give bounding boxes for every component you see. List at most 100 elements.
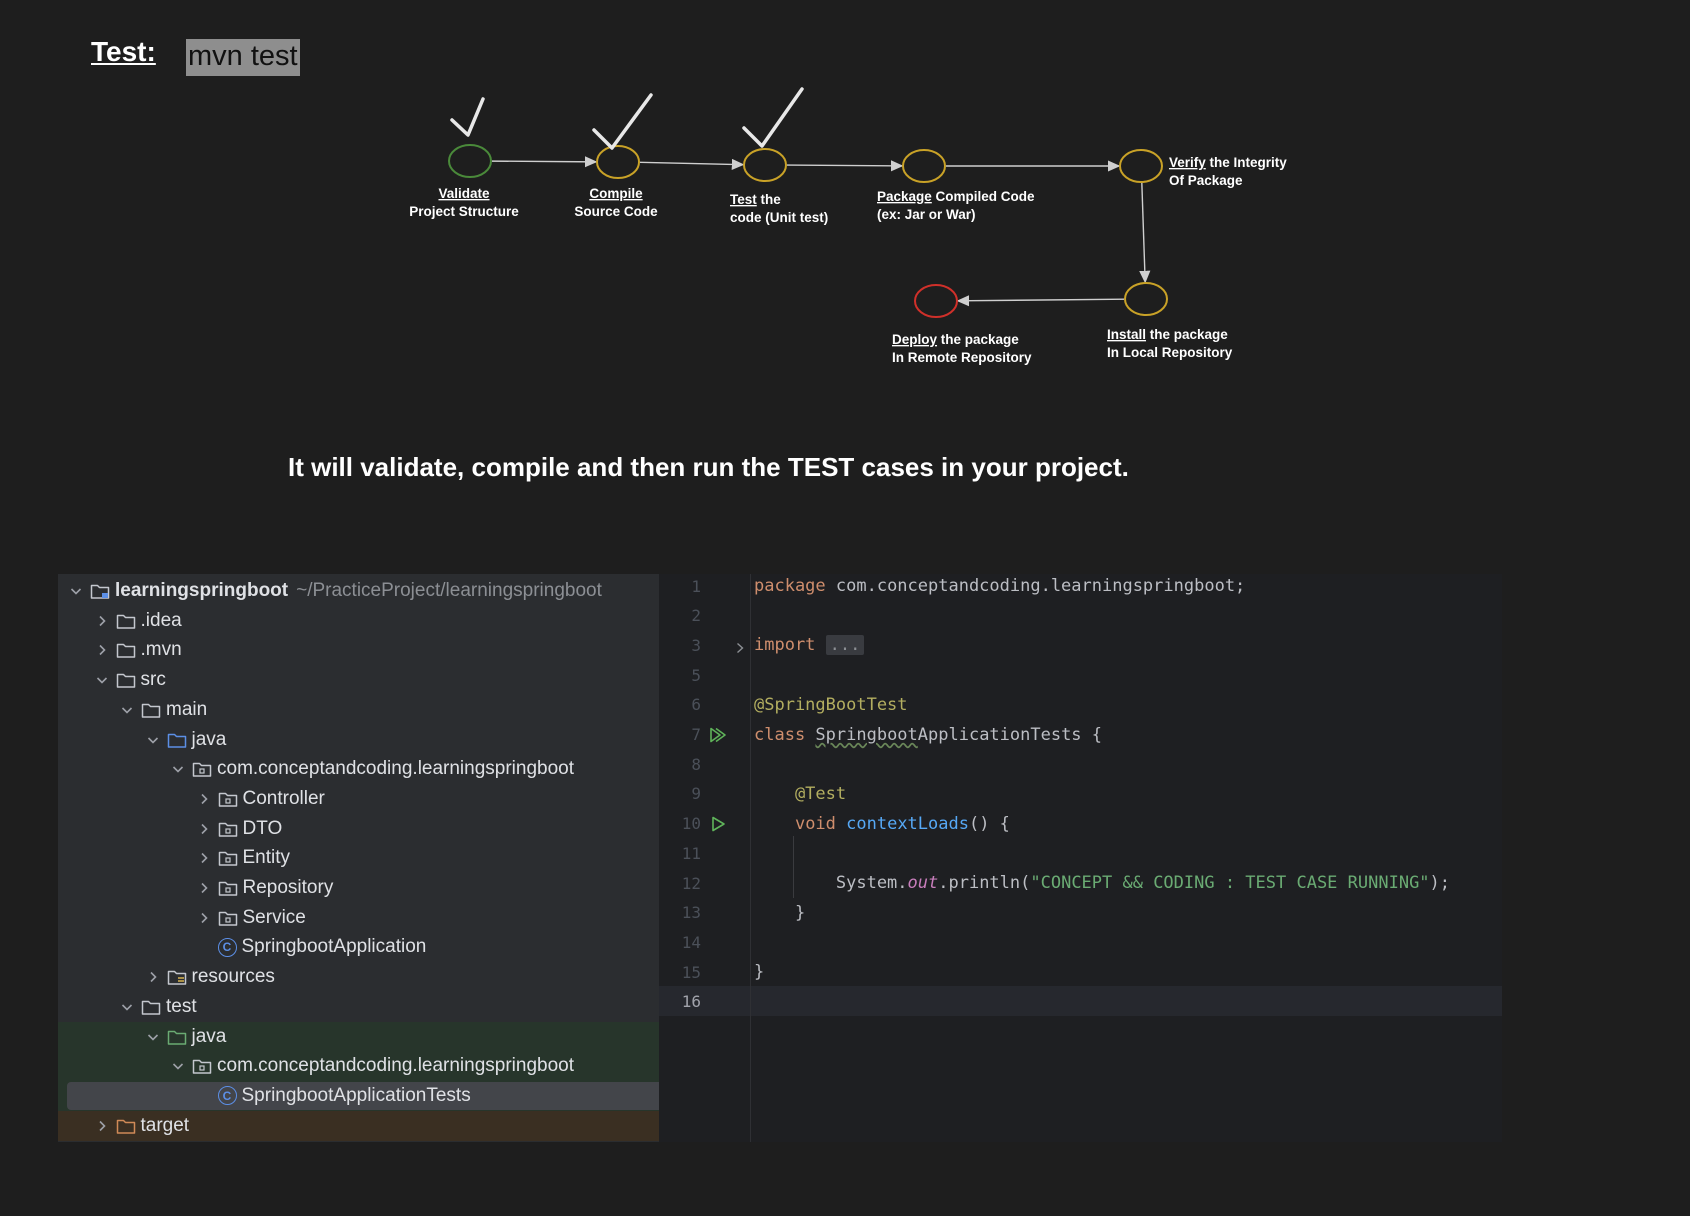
package-icon: [218, 790, 238, 808]
code-line[interactable]: 14: [659, 927, 1502, 957]
lifecycle-node-test: [743, 148, 787, 182]
tree-item-entity[interactable]: Entity: [58, 843, 659, 873]
excluded-folder-icon: [116, 1117, 136, 1135]
tree-item-target[interactable]: target: [58, 1110, 659, 1141]
line-number: 13: [681, 903, 701, 923]
code-line[interactable]: 1 package com.conceptandcoding.learningsp…: [659, 574, 1502, 601]
chevron-down-icon[interactable]: [94, 672, 110, 688]
code-text: }: [754, 962, 764, 982]
lifecycle-arrow-install-to-deploy: [956, 295, 1125, 307]
code-token: @Test: [754, 783, 847, 804]
chevron-right-icon[interactable]: [196, 880, 212, 896]
package-icon: [192, 1057, 212, 1075]
chevron-down-icon[interactable]: [170, 761, 186, 777]
code-line[interactable]: 2: [659, 601, 1502, 631]
chevron-right-icon[interactable]: [196, 910, 212, 926]
slide-caption: It will validate, compile and then run t…: [288, 452, 1129, 482]
fold-chevron-icon[interactable]: [735, 639, 745, 654]
package-icon: [218, 909, 238, 927]
lifecycle-arrow-test-to-package: [786, 160, 904, 172]
code-line[interactable]: 9 @Test: [659, 779, 1502, 809]
project-path: ~/PracticeProject/learningspringboot: [296, 580, 602, 601]
tree-item-main[interactable]: main: [58, 695, 659, 725]
code-editor[interactable]: 1 package com.conceptandcoding.learningsp…: [659, 574, 1502, 1142]
code-line[interactable]: 16: [659, 987, 1502, 1017]
tree-item-com-conceptandcoding-learningspringboot[interactable]: com.conceptandcoding.learningspringboot: [58, 754, 659, 784]
code-line[interactable]: 12 System.out.println("CONCEPT && CODING…: [659, 868, 1502, 898]
code-line[interactable]: 11: [659, 838, 1502, 868]
code-text: System.out.println("CONCEPT && CODING : …: [754, 873, 1450, 893]
tree-item-test[interactable]: test: [58, 992, 659, 1022]
code-line[interactable]: 5: [659, 660, 1502, 690]
tree-item-label: Service: [242, 906, 306, 928]
code-token: }: [754, 962, 765, 983]
lifecycle-arrow-verify-to-install: [1139, 182, 1151, 284]
line-number: 10: [681, 814, 701, 834]
chevron-down-icon[interactable]: [119, 999, 135, 1015]
chevron-right-icon[interactable]: [94, 642, 110, 658]
tree-item-service[interactable]: Service: [58, 903, 659, 933]
tree-item-resources[interactable]: resources: [58, 962, 659, 992]
code-line[interactable]: 6 @SpringBootTest: [659, 690, 1502, 720]
lifecycle-label-install: Install the package: [1107, 327, 1228, 342]
code-line[interactable]: 13 }: [659, 898, 1502, 928]
code-line[interactable]: 15}: [659, 957, 1502, 987]
tree-item-repository[interactable]: Repository: [58, 873, 659, 903]
tree-item-src[interactable]: src: [58, 665, 659, 695]
code-line[interactable]: 10 void contextLoads() {: [659, 809, 1502, 839]
code-token: );: [1429, 873, 1451, 893]
folded-imports[interactable]: ...: [825, 635, 865, 656]
test-source-folder-icon: [167, 1028, 187, 1046]
line-number: 7: [691, 725, 701, 744]
code-line[interactable]: 8: [659, 749, 1502, 779]
tree-item-java[interactable]: java: [58, 725, 659, 755]
code-token: contextLoads: [846, 813, 969, 834]
tree-item-label: SpringbootApplication: [241, 936, 427, 958]
chevron-right-icon[interactable]: [145, 969, 161, 985]
chevron-down-icon[interactable]: [170, 1058, 186, 1074]
tree-item-dto[interactable]: DTO: [58, 814, 659, 844]
lifecycle-label-deploy: Deploy the package: [892, 332, 1019, 347]
chevron-right-icon[interactable]: [196, 791, 212, 807]
chevron-down-icon[interactable]: [119, 702, 135, 718]
code-line[interactable]: 7 class SpringbootApplicationTests {: [659, 720, 1502, 750]
lifecycle-verb-test: Test: [730, 192, 757, 207]
code-token: out: [907, 873, 939, 893]
folder-icon: [141, 701, 161, 719]
chevron-right-icon[interactable]: [94, 1118, 110, 1134]
line-number: 11: [681, 843, 701, 863]
chevron-down-icon[interactable]: [145, 1029, 161, 1045]
tree-item-controller[interactable]: Controller: [58, 784, 659, 814]
tree-item--mvn[interactable]: .mvn: [58, 635, 659, 665]
chevron-down-icon[interactable]: [68, 583, 84, 599]
run-all-tests-icon[interactable]: [709, 727, 727, 743]
tree-item--idea[interactable]: .idea: [58, 606, 659, 636]
tree-item-label: .mvn: [140, 639, 182, 661]
folder-icon: [141, 998, 161, 1016]
module-folder-icon: [90, 582, 110, 600]
tree-item-label: Controller: [242, 787, 325, 809]
tree-item-springbootapplication[interactable]: C SpringbootApplication: [58, 932, 659, 962]
code-token: System.: [754, 873, 908, 893]
code-text: class SpringbootApplicationTests {: [754, 725, 1102, 745]
tree-item-java[interactable]: java: [58, 1021, 659, 1052]
tree-item-learningspringboot[interactable]: learningspringboot ~/PracticeProject/lear…: [58, 576, 659, 606]
lifecycle-sublabel-deploy: In Remote Repository: [892, 350, 1032, 365]
code-text: import ...: [754, 635, 865, 656]
chevron-right-icon[interactable]: [196, 821, 212, 837]
lifecycle-label-validate: Validate: [438, 186, 490, 201]
tree-item-springbootapplicationtests[interactable]: C SpringbootApplicationTests: [58, 1080, 659, 1111]
lifecycle-sublabel-install: In Local Repository: [1107, 345, 1233, 360]
run-test-icon[interactable]: [709, 816, 727, 832]
tree-item-label: target: [140, 1114, 190, 1136]
chevron-right-icon[interactable]: [94, 613, 110, 629]
tree-item-com-conceptandcoding-learningspringboot[interactable]: com.conceptandcoding.learningspringboot: [58, 1051, 659, 1082]
line-number: 16: [681, 992, 701, 1012]
chevron-right-icon[interactable]: [196, 850, 212, 866]
chevron-down-icon[interactable]: [145, 732, 161, 748]
code-token: @SpringBootTest: [754, 694, 908, 715]
code-line[interactable]: 3 import ...: [659, 630, 1502, 660]
code-token: "CONCEPT && CODING : TEST CASE RUNNING": [1030, 873, 1430, 893]
tree-item-label: java: [191, 1025, 227, 1047]
